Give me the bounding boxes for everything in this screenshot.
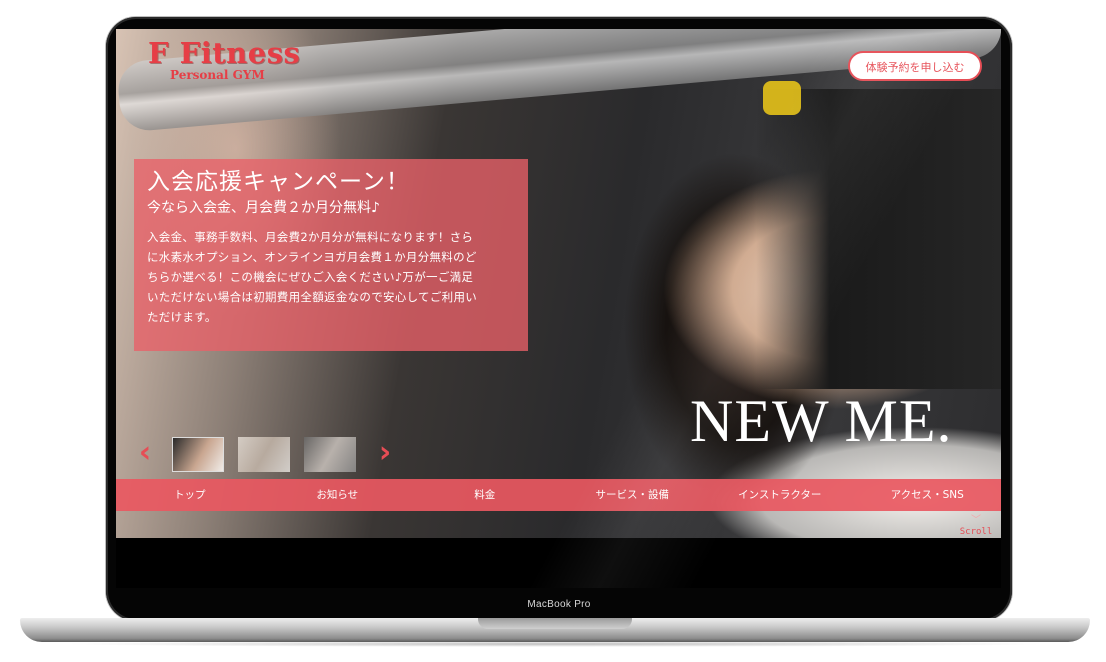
website-screen: F Fitness Personal GYM 体験予約を申し込む 入会応援キャン…: [116, 29, 1001, 588]
site-logo[interactable]: F Fitness Personal GYM: [148, 36, 301, 82]
campaign-subtitle: 今なら入会金、月会費２か月分無料♪: [147, 200, 380, 216]
slider-next-icon[interactable]: ›: [374, 438, 396, 472]
hero-gym-machine: [756, 89, 1001, 389]
slider-thumbnail-1[interactable]: [172, 437, 224, 472]
scroll-indicator[interactable]: ﹀ Scroll: [956, 515, 996, 538]
campaign-body-line: ただけます。: [147, 310, 217, 324]
hero-slider: ‹ ›: [134, 434, 404, 474]
nav-item-access[interactable]: アクセス・SNS: [854, 479, 1002, 511]
hero-machine-knob: [763, 81, 801, 115]
campaign-title: 入会応援キャンペーン！: [147, 169, 410, 195]
screen-lower-strip: [116, 538, 1001, 588]
campaign-body: 入会金、事務手数料、月会費2か月分が無料になります！さら に水素水オプション、オ…: [147, 227, 516, 327]
campaign-body-line: ちらか選べる！この機会にぜひご入会ください♪万が一ご満足: [147, 270, 474, 284]
campaign-panel: 入会応援キャンペーン！ 今なら入会金、月会費２か月分無料♪ 入会金、事務手数料、…: [134, 159, 528, 351]
nav-item-services[interactable]: サービス・設備: [559, 479, 707, 511]
nav-item-pricing[interactable]: 料金: [411, 479, 559, 511]
chevron-down-icon: ﹀: [971, 515, 981, 526]
nav-item-news[interactable]: お知らせ: [264, 479, 412, 511]
slider-thumbnail-2[interactable]: [238, 437, 290, 472]
nav-item-instructors[interactable]: インストラクター: [706, 479, 854, 511]
campaign-body-line: 入会金、事務手数料、月会費2か月分が無料になります！さら: [147, 230, 474, 244]
trial-booking-button[interactable]: 体験予約を申し込む: [848, 51, 982, 81]
logo-subtitle: Personal GYM: [170, 68, 265, 82]
campaign-body-line: に水素水オプション、オンラインヨガ月会費１か月分無料のど: [147, 250, 477, 264]
device-label: MacBook Pro: [527, 599, 591, 610]
logo-title: F Fitness: [148, 36, 301, 70]
nav-item-top[interactable]: トップ: [116, 479, 264, 511]
slider-prev-icon[interactable]: ‹: [134, 438, 156, 472]
slider-thumbnail-3[interactable]: [304, 437, 356, 472]
scroll-label: Scroll: [959, 527, 993, 537]
main-nav: トップ お知らせ 料金 サービス・設備 インストラクター アクセス・SNS: [116, 479, 1001, 511]
campaign-body-line: いただけない場合は初期費用全額返金なので安心してご利用い: [147, 290, 478, 304]
laptop-notch: [478, 618, 632, 629]
hero-tagline: NEW ME.: [690, 388, 953, 454]
